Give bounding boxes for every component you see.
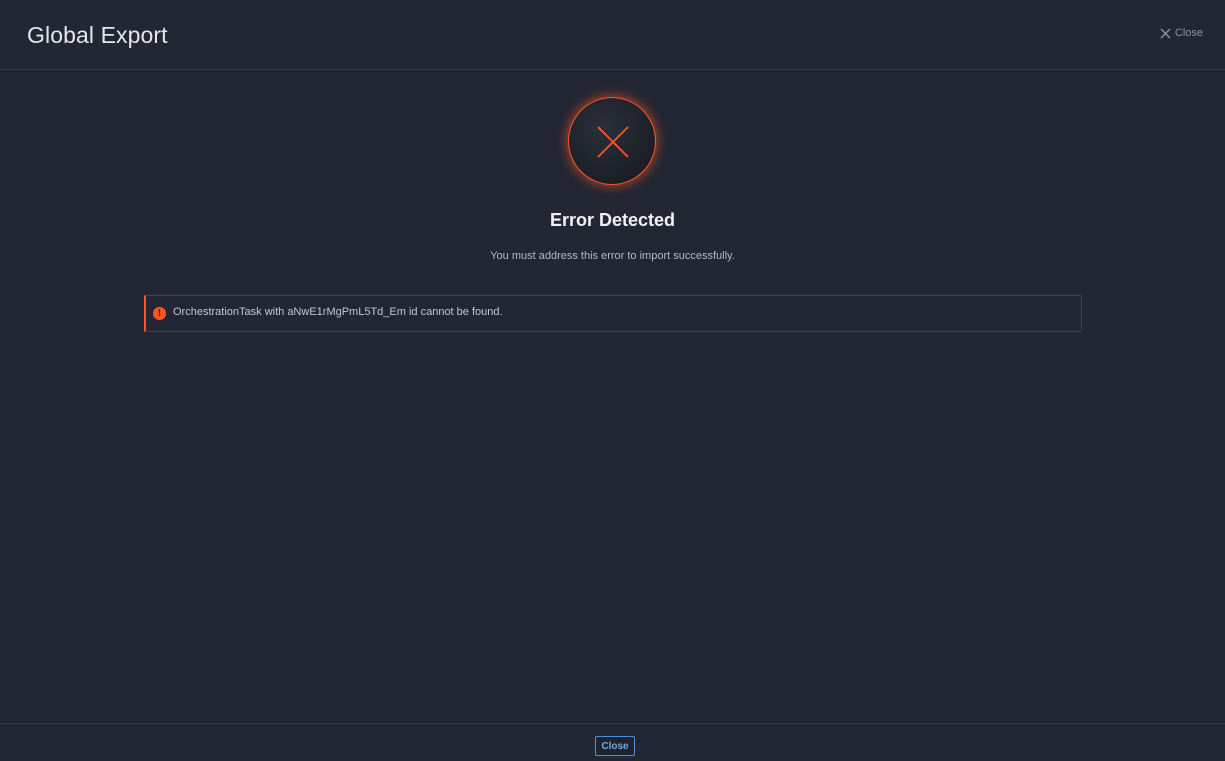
modal-title: Global Export (27, 22, 168, 48)
error-message-box: ! OrchestrationTask with aNwE1rMgPmL5Td_… (144, 295, 1082, 332)
header-close-label: Close (1174, 27, 1203, 39)
exclamation-circle-icon: ! (153, 307, 166, 320)
error-subtext: You must address this error to import su… (490, 250, 735, 262)
x-icon (597, 126, 629, 158)
close-icon (1160, 28, 1171, 39)
modal-header: Global Export Close (0, 0, 1225, 70)
modal-footer: Close (0, 723, 1225, 761)
footer-close-button[interactable]: Close (595, 736, 635, 756)
global-export-modal: Global Export Close Error Detected You m… (0, 0, 1225, 761)
error-message: OrchestrationTask with aNwE1rMgPmL5Td_Em… (173, 306, 503, 318)
header-close-button[interactable]: Close (1160, 27, 1203, 39)
error-badge (568, 97, 656, 185)
modal-body: Error Detected You must address this err… (0, 71, 1225, 723)
error-heading: Error Detected (549, 210, 676, 230)
